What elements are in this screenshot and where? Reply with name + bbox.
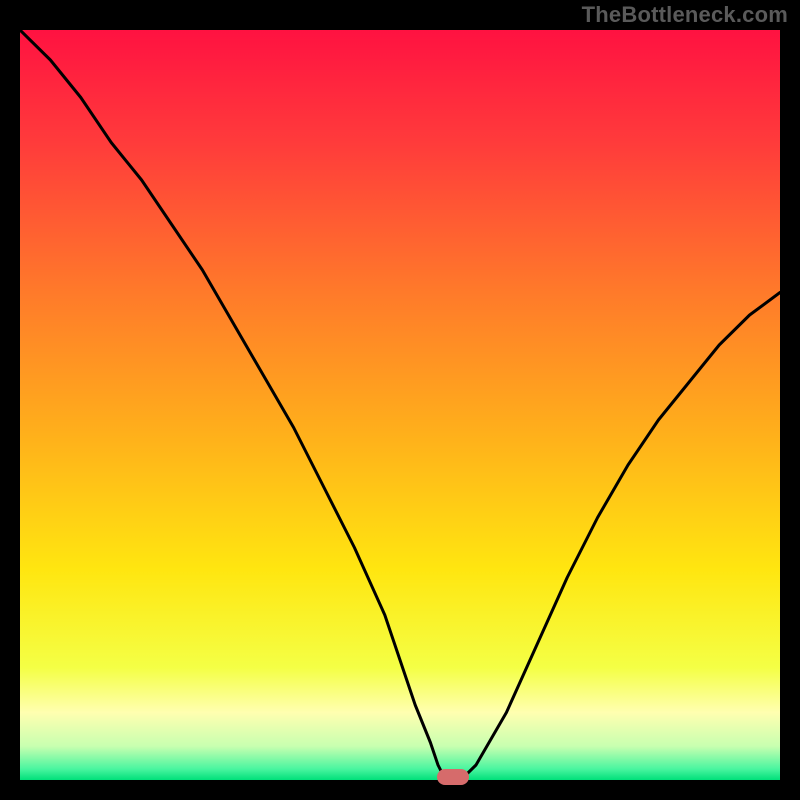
- gradient-background: [20, 30, 780, 780]
- chart-frame: TheBottleneck.com: [0, 0, 800, 800]
- watermark-text: TheBottleneck.com: [582, 2, 788, 28]
- optimal-point-marker: [437, 769, 469, 785]
- bottleneck-chart: [20, 30, 780, 780]
